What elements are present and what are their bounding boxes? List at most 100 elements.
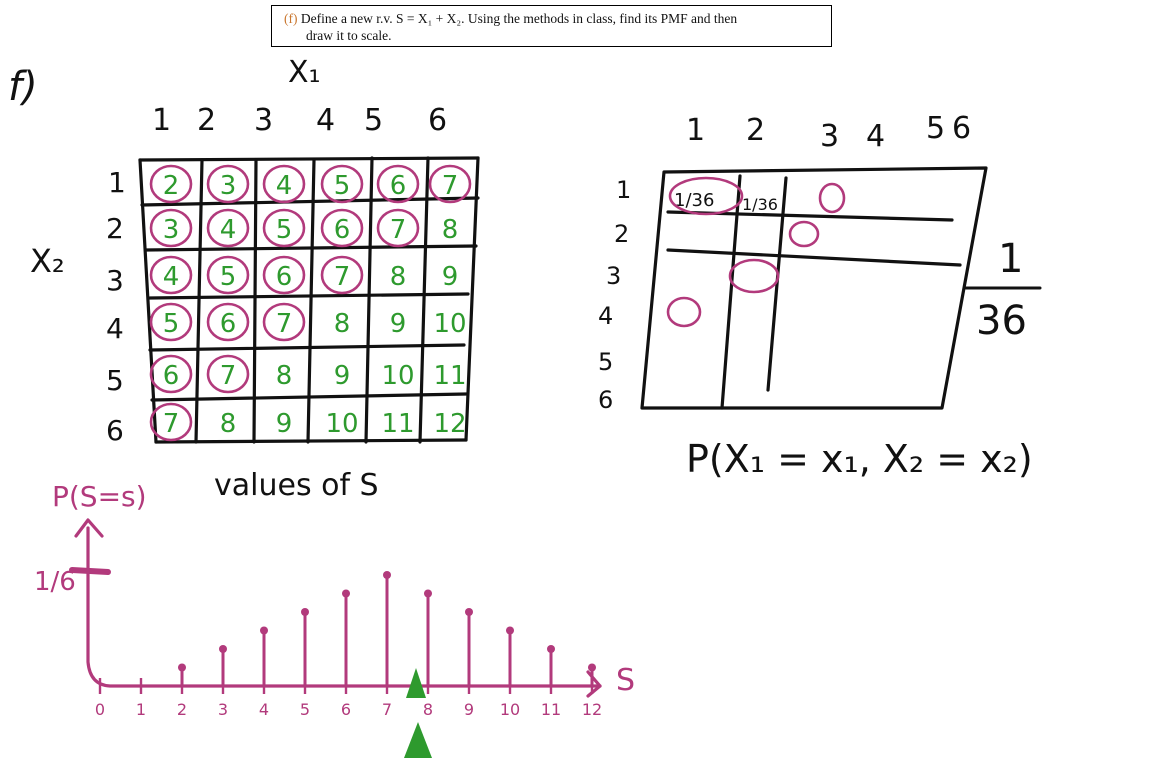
col-head: 2 (197, 103, 216, 138)
pmf-point (342, 589, 350, 598)
part-label: f) (8, 64, 38, 110)
handwritten-canvas: f) X₁ X₂ 1 2 3 4 5 6 1 2 3 4 5 6 2 3 4 5… (8, 55, 1042, 758)
sum-cell-value: 8 (276, 361, 293, 391)
prob-col-head: 2 (746, 113, 765, 148)
sum-cell-value: 5 (163, 309, 180, 339)
prob-row-head: 1 (616, 176, 631, 204)
col-head: 6 (428, 103, 447, 138)
sum-cell-value: 9 (334, 361, 351, 391)
pmf-tick-label: 1 (136, 700, 146, 719)
cell-prob-2: 1/36 (742, 195, 778, 214)
sum-cell-value: 6 (334, 215, 351, 245)
prob-row-head: 4 (598, 302, 613, 330)
sum-cell-value: 7 (276, 309, 293, 339)
sum-cell-value: 9 (390, 309, 407, 339)
pmf-point (178, 663, 186, 672)
sum-cell-value: 4 (276, 171, 293, 201)
sum-cell-value: 5 (334, 171, 351, 201)
sum-cell-value: 7 (334, 262, 351, 292)
joint-caption: P(X₁ = x₁, X₂ = x₂) (686, 437, 1033, 481)
sum-cell-value: 4 (163, 262, 180, 292)
pmf-tick-label: 9 (464, 700, 474, 719)
mean-triangle-upper (406, 668, 426, 698)
row-head: 5 (106, 364, 124, 397)
x2-axis-label: X₂ (30, 242, 65, 280)
sum-cell-value: 6 (220, 309, 237, 339)
sum-cell-value: 8 (390, 262, 407, 292)
sum-cell-value: 7 (442, 171, 459, 201)
pmf-point (465, 608, 473, 616)
row-head: 6 (106, 414, 124, 447)
pmf-tick-label: 5 (300, 700, 310, 719)
row-head: 4 (106, 312, 124, 345)
row-head: 3 (106, 264, 124, 297)
sum-cell-value: 9 (276, 409, 293, 439)
pmf-tick-label: 7 (382, 700, 392, 719)
sum-cell-value: 8 (220, 409, 237, 439)
pmf-tick-label: 6 (341, 700, 351, 719)
prob-row-head: 5 (598, 348, 613, 376)
pmf-tick-label: 4 (259, 700, 269, 719)
sum-cell-value: 7 (220, 361, 237, 391)
sum-cell-value: 5 (220, 262, 237, 292)
x1-axis-label: X₁ (288, 55, 321, 90)
prob-col-head: 3 (820, 119, 839, 154)
pmf-tick-label: 2 (177, 700, 187, 719)
sum-cell-value: 10 (433, 309, 466, 339)
pmf-point (588, 663, 596, 672)
prob-row-head: 2 (614, 220, 629, 248)
sum-cell-value: 12 (433, 409, 466, 439)
sum-cell-value: 6 (276, 262, 293, 292)
sum-cell-value: 6 (390, 171, 407, 201)
pmf-point (383, 571, 391, 579)
pmf-point (260, 626, 268, 635)
prob-row-head: 3 (606, 262, 621, 290)
sum-cell-value: 11 (381, 409, 414, 439)
sum-grid-lines (138, 156, 480, 444)
pmf-axes (69, 518, 602, 698)
sum-cell-value: 10 (325, 409, 358, 439)
sum-cell-value: 7 (163, 409, 180, 439)
sum-cell-value: 5 (276, 215, 293, 245)
pmf-tick-label: 3 (218, 700, 228, 719)
pmf-stems (178, 571, 596, 686)
pmf-y-label: P(S=s) (52, 480, 147, 513)
prob-row-head: 6 (598, 386, 613, 414)
prob-col-head: 1 (686, 113, 705, 148)
sum-cell-value: 2 (163, 171, 180, 201)
fraction-numerator: 1 (998, 236, 1023, 282)
prob-col-head: 6 (952, 111, 971, 146)
col-head: 5 (364, 103, 383, 138)
grid-caption: values of S (214, 468, 379, 503)
sum-cell-value: 3 (163, 215, 180, 245)
pmf-tick-label: 12 (582, 700, 602, 719)
sum-cell-value: 3 (220, 171, 237, 201)
pmf-x-ticks: 0 1 2 3 4 5 6 7 8 9 10 11 12 (95, 678, 602, 719)
pmf-tick-label: 10 (500, 700, 520, 719)
pmf-point (506, 626, 514, 635)
fraction-denominator: 36 (976, 298, 1027, 344)
col-head: 3 (254, 103, 273, 138)
row-head: 1 (108, 166, 126, 199)
sum-cell-value: 8 (442, 215, 459, 245)
pmf-point (301, 608, 309, 616)
sum-cell-value: 4 (220, 215, 237, 245)
prob-col-head: 4 (866, 119, 885, 154)
sum-cell-value: 7 (390, 215, 407, 245)
sum-cell-value: 9 (442, 262, 459, 292)
pmf-point (219, 645, 227, 653)
pmf-point (424, 589, 432, 598)
sum-cell-value: 8 (334, 309, 351, 339)
sum-cell-value: 6 (163, 361, 180, 391)
prob-col-head: 5 (926, 111, 945, 146)
pmf-x-label: S (616, 663, 635, 698)
sum-cell-value: 10 (381, 361, 414, 391)
mean-triangle-lower (404, 722, 432, 758)
sum-cell-value: 11 (433, 361, 466, 391)
pmf-tick-label: 0 (95, 700, 105, 719)
col-head: 4 (316, 103, 335, 138)
pmf-y-tick: 1/6 (34, 567, 76, 597)
pmf-point (547, 645, 555, 653)
pmf-tick-label: 8 (423, 700, 433, 719)
col-head: 1 (152, 103, 171, 138)
